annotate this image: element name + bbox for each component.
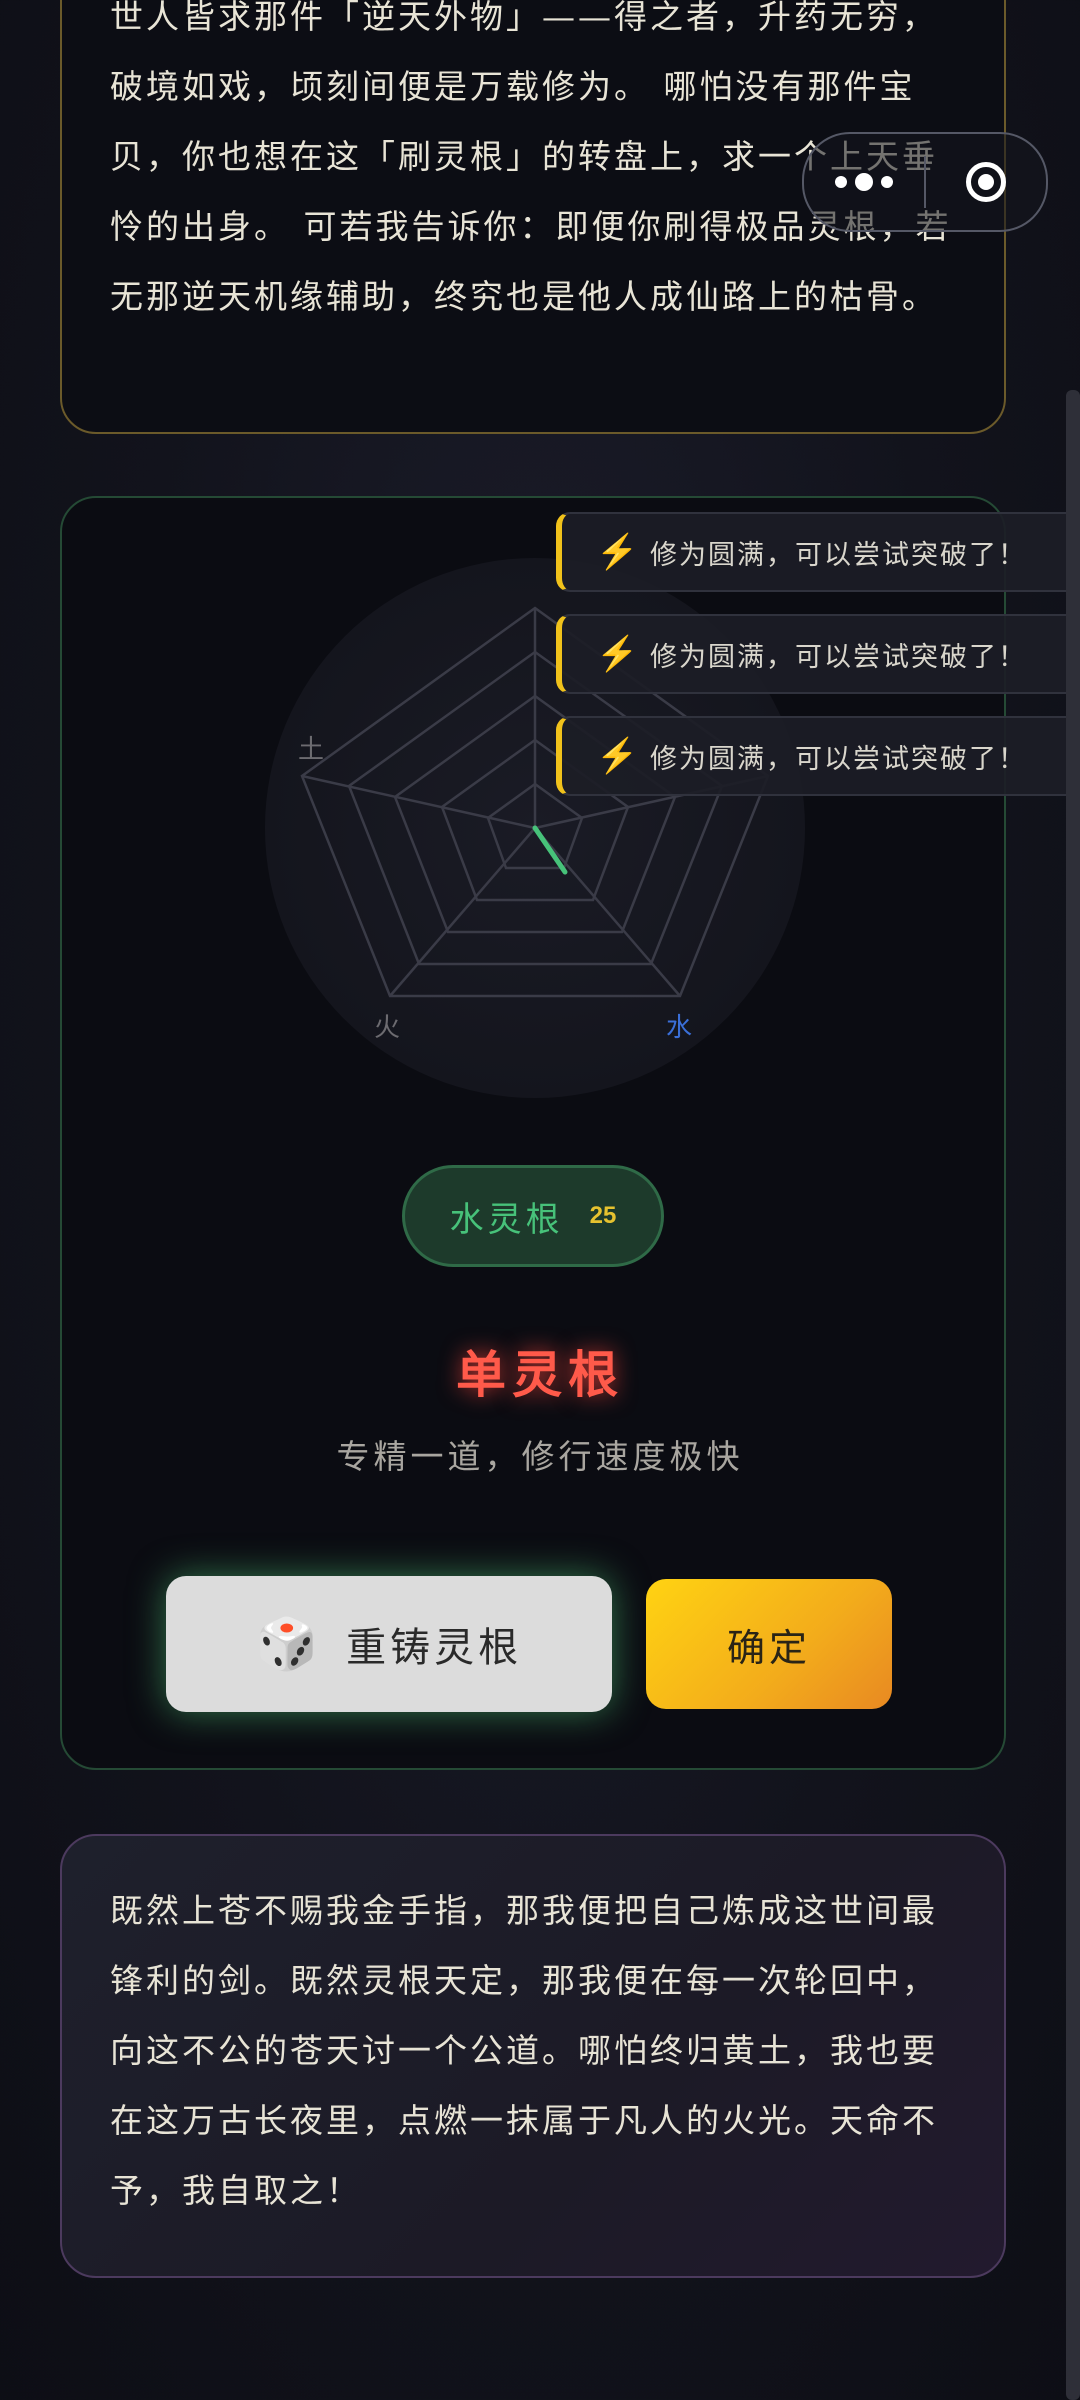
radar-label-water: 水 (666, 1013, 692, 1043)
recast-root-label: 重铸灵根 (346, 1625, 523, 1671)
lightning-icon: ⚡ (596, 532, 639, 572)
dice-icon: 🎲 (255, 1614, 319, 1673)
toast-notification: ⚡ 修为圆满，可以尝试突破了！ (556, 716, 1080, 796)
target-close-icon (966, 162, 1006, 202)
story-outro-text: 既然上苍不赐我金手指，那我便把自己炼成这世间最锋利的剑。既然灵根天定，那我便在每… (110, 1891, 938, 2210)
toast-text: 修为圆满，可以尝试突破了！ (650, 641, 1027, 673)
radar-label-earth: 土 (298, 735, 324, 765)
toast-text: 修为圆满，可以尝试突破了！ (650, 539, 1027, 571)
confirm-label: 确定 (726, 1625, 811, 1670)
spirit-root-name: 水灵根 (449, 1199, 564, 1240)
mini-program-capsule (802, 132, 1048, 232)
radar-label-fire: 火 (374, 1013, 400, 1043)
scrollbar[interactable] (1066, 390, 1080, 2400)
toast-notification: ⚡ 修为圆满，可以尝试突破了！ (556, 614, 1080, 694)
confirm-button[interactable]: 确定 (646, 1579, 892, 1709)
story-outro-card: 既然上苍不赐我金手指，那我便把自己炼成这世间最锋利的剑。既然灵根天定，那我便在每… (60, 1834, 1006, 2278)
result-title: 单灵根 (456, 1345, 624, 1404)
result-description: 专精一道，修行速度极快 (336, 1437, 744, 1476)
more-button[interactable] (804, 134, 924, 230)
lightning-icon: ⚡ (596, 736, 639, 776)
spirit-root-badge: 水灵根 25 (402, 1165, 664, 1267)
close-button[interactable] (926, 134, 1046, 230)
toast-notification: ⚡ 修为圆满，可以尝试突破了！ (556, 512, 1080, 592)
toast-text: 修为圆满，可以尝试突破了！ (650, 743, 1027, 775)
lightning-icon: ⚡ (596, 634, 639, 674)
recast-root-button[interactable]: 🎲 重铸灵根 (166, 1576, 612, 1712)
spirit-root-value: 25 (589, 1202, 617, 1229)
more-dots-icon (831, 173, 897, 191)
